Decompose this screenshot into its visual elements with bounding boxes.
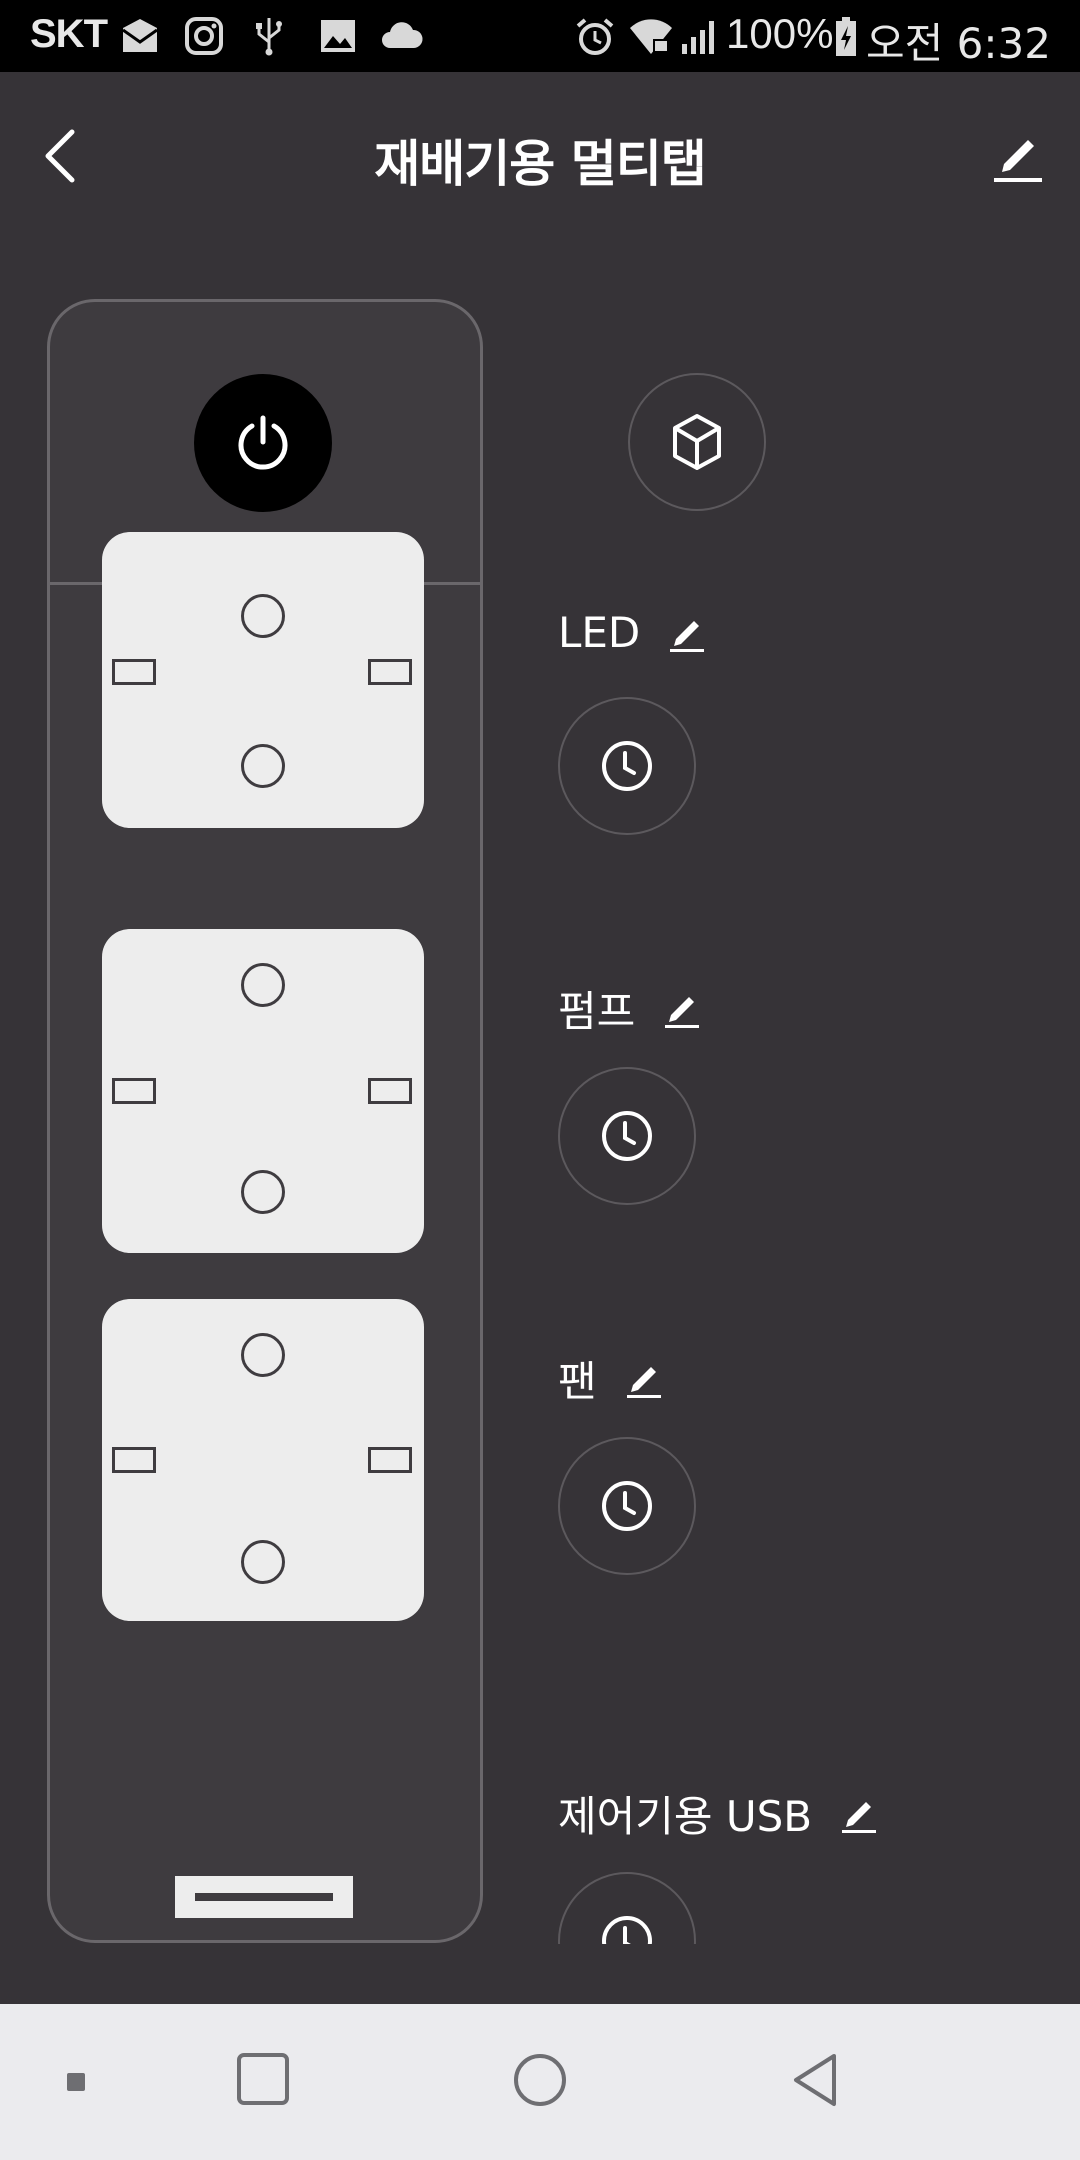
status-bar: SKT 100% 오전 6:32 <box>0 0 1080 72</box>
multitap-device <box>47 299 483 1943</box>
outlet-name: LED <box>558 608 641 657</box>
image-icon <box>321 20 355 52</box>
home-icon[interactable] <box>512 2052 568 2108</box>
socket-hole-bottom <box>241 744 285 788</box>
socket-1[interactable] <box>102 532 424 828</box>
carrier-label: SKT <box>30 12 108 56</box>
clock-icon <box>602 741 652 791</box>
socket-hole-top <box>241 963 285 1007</box>
battery-percentage: 100% <box>726 10 834 57</box>
socket-hole-bottom <box>241 1170 285 1214</box>
socket-3[interactable] <box>102 1299 424 1621</box>
battery-charging-icon <box>836 17 856 56</box>
outlet-name: 펌프 <box>558 987 636 1036</box>
socket-slot-left <box>112 1447 156 1473</box>
usb-port <box>175 1876 353 1918</box>
pencil-icon <box>626 1366 661 1398</box>
device-info-button[interactable] <box>628 373 766 511</box>
alarm-icon <box>576 18 614 55</box>
recents-icon[interactable] <box>236 2052 290 2106</box>
outlet-label-led: LED <box>558 608 706 657</box>
outlet-name: 제어기용 USB <box>558 1792 813 1841</box>
system-nav-bar <box>0 2004 1080 2160</box>
socket-hole-top <box>241 1333 285 1377</box>
app-header: 재배기용 멀티탭 <box>0 72 1080 242</box>
socket-slot-right <box>368 659 412 685</box>
rename-button[interactable] <box>838 1794 878 1834</box>
mail-icon <box>122 19 158 52</box>
pencil-icon <box>670 620 705 652</box>
socket-hole-top <box>241 594 285 638</box>
socket-slot-right <box>368 1447 412 1473</box>
timer-button-led[interactable] <box>558 697 696 835</box>
cloud-icon <box>382 22 423 48</box>
outlet-label-fan: 팬 <box>558 1348 663 1409</box>
pencil-icon <box>994 140 1042 182</box>
outlet-name: 팬 <box>558 1357 597 1406</box>
rename-button[interactable] <box>666 613 706 653</box>
timer-button-pump[interactable] <box>558 1067 696 1205</box>
outlet-label-pump: 펌프 <box>558 978 701 1039</box>
dot-icon[interactable] <box>66 2072 86 2092</box>
socket-slot-right <box>368 1078 412 1104</box>
pencil-icon <box>665 996 700 1028</box>
edit-button[interactable] <box>990 128 1046 184</box>
usb-icon <box>256 18 282 56</box>
clock-icon <box>602 1916 652 1944</box>
clock-icon <box>602 1481 652 1531</box>
socket-slot-left <box>112 1078 156 1104</box>
timer-button-usb[interactable] <box>558 1872 696 1944</box>
power-button[interactable] <box>194 374 332 512</box>
page-title: 재배기용 멀티탭 <box>374 135 706 193</box>
outlet-label-usb: 제어기용 USB <box>558 1783 878 1844</box>
rename-button[interactable] <box>623 1359 663 1399</box>
signal-icon <box>682 21 714 54</box>
instagram-icon <box>185 17 223 55</box>
timer-button-fan[interactable] <box>558 1437 696 1575</box>
pencil-icon <box>842 1801 877 1833</box>
clock-time: 오전 6:32 <box>866 19 1051 68</box>
wifi-icon <box>630 19 672 54</box>
socket-hole-bottom <box>241 1540 285 1584</box>
socket-slot-left <box>112 659 156 685</box>
power-icon <box>238 415 288 470</box>
content-area: LED 펌프 팬 제어기용 USB <box>0 242 1080 1944</box>
back-icon[interactable] <box>790 2052 842 2108</box>
clock-icon <box>602 1111 652 1161</box>
socket-2[interactable] <box>102 929 424 1253</box>
rename-button[interactable] <box>661 989 701 1029</box>
cube-icon <box>673 414 721 470</box>
